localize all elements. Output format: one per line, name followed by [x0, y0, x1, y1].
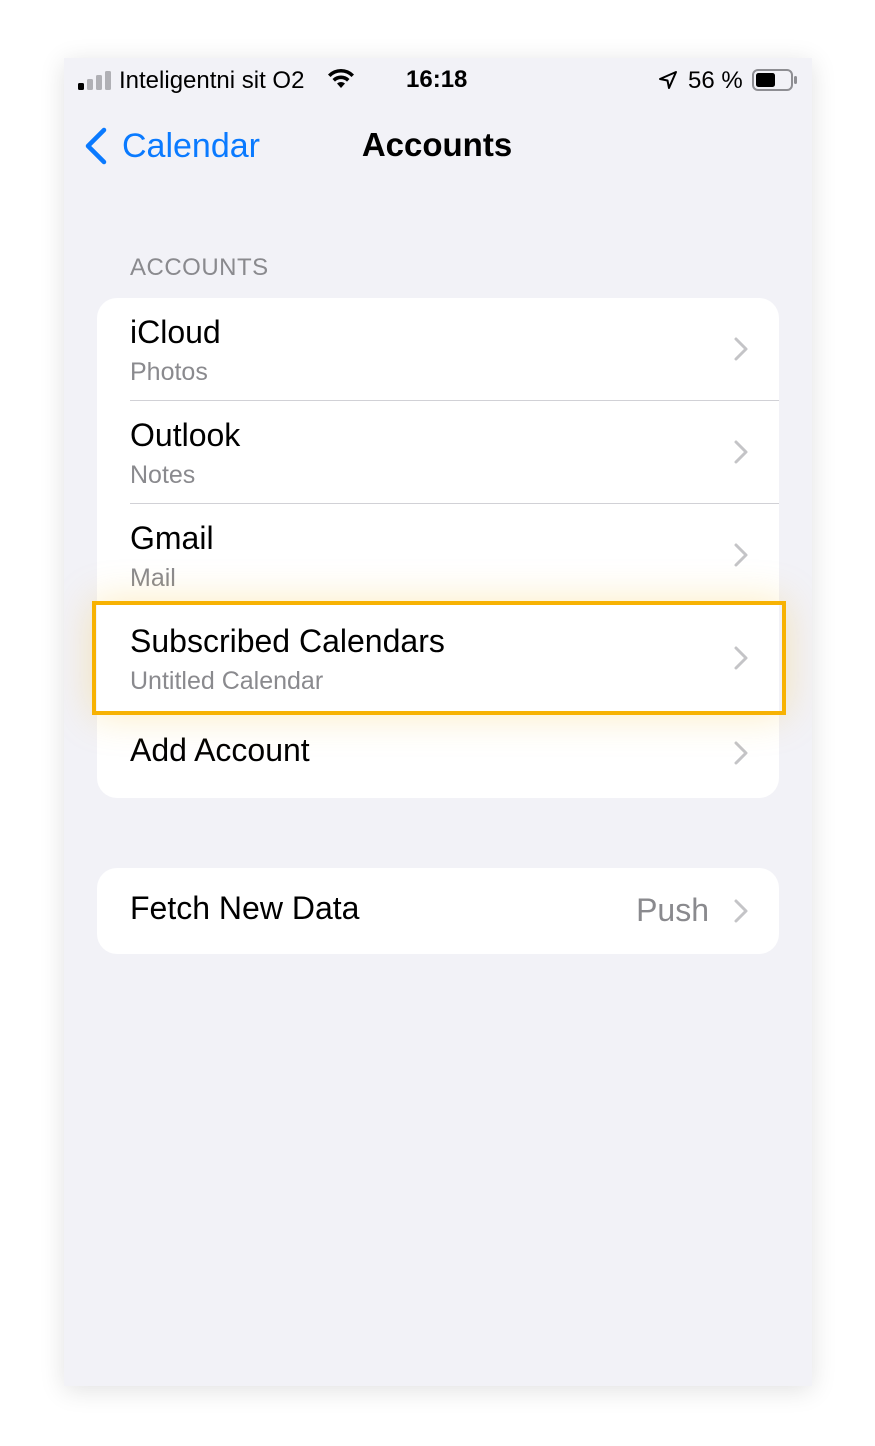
battery-percent: 56 % [688, 67, 743, 94]
fetch-new-data-label: Fetch New Data [130, 890, 360, 926]
back-button-label: Calendar [122, 126, 260, 165]
carrier-name: Inteligentni sit O2 [119, 67, 305, 94]
chevron-right-icon [734, 741, 748, 765]
chevron-right-icon [734, 543, 748, 567]
location-arrow-icon [659, 71, 677, 89]
fetch-new-data-row[interactable]: Fetch New Data Push [97, 868, 779, 954]
chevron-right-icon [734, 899, 748, 923]
add-account-label: Add Account [130, 732, 310, 768]
account-row-icloud[interactable]: iCloud Photos [97, 298, 779, 401]
account-name: Subscribed Calendars [130, 623, 445, 659]
chevron-left-icon [85, 127, 107, 165]
back-button[interactable]: Calendar [82, 124, 260, 168]
account-name: Gmail [130, 520, 214, 556]
account-name: Outlook [130, 417, 241, 453]
chevron-right-icon [734, 337, 748, 361]
battery-icon [752, 69, 797, 91]
phone-screen: Inteligentni sit O2 16:18 56 % Accounts … [64, 58, 812, 1386]
account-detail: Photos [130, 358, 208, 386]
chevron-right-icon [734, 440, 748, 464]
accounts-list: iCloud Photos Outlook Notes Gmail Mail S… [97, 298, 779, 798]
cellular-signal-icon [78, 70, 112, 90]
wifi-icon [328, 68, 354, 88]
account-row-gmail[interactable]: Gmail Mail [97, 504, 779, 607]
status-bar: Inteligentni sit O2 16:18 56 % [64, 58, 812, 106]
account-detail: Mail [130, 564, 176, 592]
account-row-outlook[interactable]: Outlook Notes [97, 401, 779, 504]
section-header-accounts: ACCOUNTS [130, 254, 269, 281]
account-name: iCloud [130, 314, 221, 350]
fetch-new-data-value: Push [636, 892, 709, 928]
add-account-button[interactable]: Add Account [97, 710, 779, 796]
account-detail: Untitled Calendar [130, 667, 324, 695]
chevron-right-icon [734, 646, 748, 670]
account-detail: Notes [130, 461, 196, 489]
fetch-settings-group: Fetch New Data Push [97, 868, 779, 954]
clock: 16:18 [406, 66, 468, 93]
navigation-bar: Accounts Calendar [64, 114, 812, 174]
account-row-subscribed-calendars[interactable]: Subscribed Calendars Untitled Calendar [97, 607, 779, 710]
